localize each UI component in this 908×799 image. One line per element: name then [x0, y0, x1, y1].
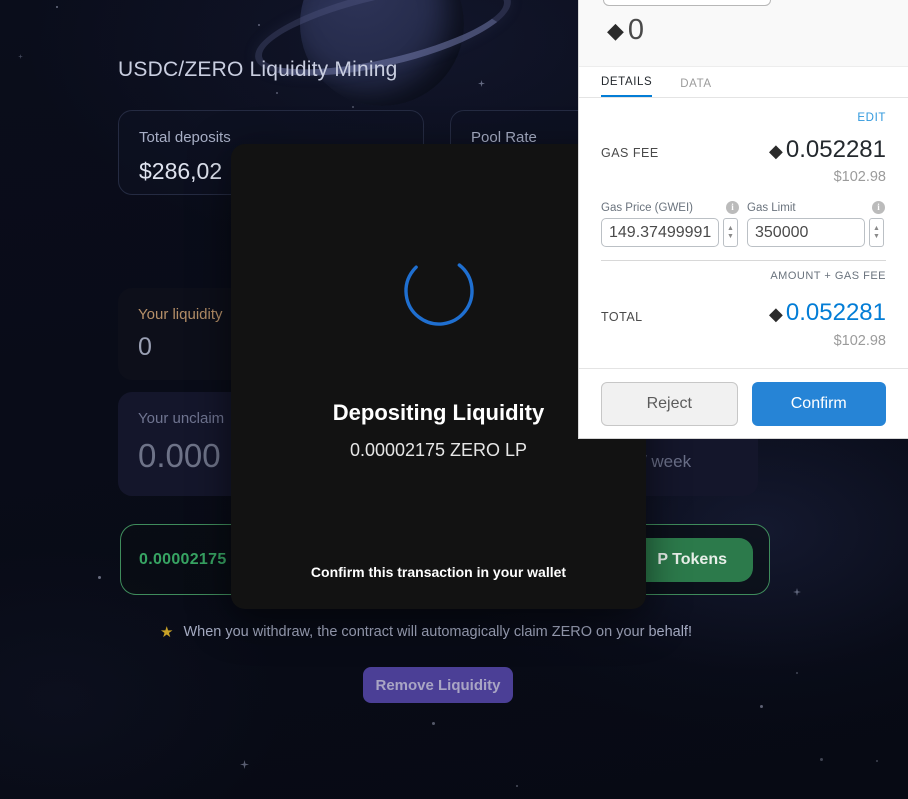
gas-fee-label: GAS FEE [601, 146, 659, 160]
gas-limit-label-text: Gas Limit [747, 202, 796, 214]
wallet-amount-input[interactable] [603, 0, 771, 6]
wallet-amount-display: ◆ 0 [607, 14, 644, 47]
gas-fee-fiat-value: $102.98 [833, 169, 886, 185]
gas-price-input[interactable] [601, 218, 719, 247]
confirm-button[interactable]: Confirm [751, 381, 886, 426]
modal-subtitle: 0.00002175 ZERO LP [349, 440, 528, 460]
reject-button[interactable]: Reject [601, 381, 738, 426]
amount-plus-gas-fee-caption: AMOUNT + GAS FEE [770, 270, 886, 282]
info-icon[interactable]: i [726, 201, 739, 214]
stepper-arrows-icon[interactable]: ▲ ▼ [723, 218, 738, 247]
info-icon[interactable]: i [872, 201, 885, 214]
stepper-arrows-icon[interactable]: ▲ ▼ [869, 218, 884, 247]
total-eth-value: ◆ 0.052281 [769, 299, 886, 327]
tab-details[interactable]: DETAILS [601, 76, 653, 97]
edit-gas-link[interactable]: EDIT [857, 112, 886, 124]
total-eth-number: 0.052281 [785, 299, 886, 326]
ethereum-diamond-icon: ◆ [769, 304, 783, 324]
gas-limit-stepper[interactable]: ▲▼ [747, 218, 884, 247]
gas-price-label-text: Gas Price (GWEI) [601, 202, 694, 214]
wallet-tabs: DETAILS DATA [579, 67, 908, 98]
deposit-lp-tokens-button[interactable]: P Tokens [631, 537, 753, 582]
gas-fee-eth-number: 0.052281 [785, 136, 886, 163]
total-fiat-value: $102.98 [833, 333, 886, 349]
ethereum-diamond-icon: ◆ [607, 17, 624, 43]
gas-fee-eth-value: ◆ 0.052281 [769, 136, 886, 164]
wallet-details-body: EDIT GAS FEE ◆ 0.052281 $102.98 Gas Pric… [579, 98, 908, 368]
wallet-header: ◆ 0 [579, 0, 908, 67]
deposit-amount-value[interactable]: 0.00002175 [139, 551, 227, 569]
wallet-amount-value: 0 [627, 14, 645, 46]
gas-limit-input[interactable] [747, 218, 865, 247]
star-icon: ★ [160, 624, 174, 641]
gas-price-label: Gas Price (GWEI) [601, 202, 693, 214]
page-title: USDC/ZERO Liquidity Mining [118, 58, 398, 81]
withdraw-note: ★ When you withdraw, the contract will a… [160, 623, 692, 641]
modal-footer-text: Confirm this transaction in your wallet [310, 564, 567, 580]
metamask-confirm-panel: ◆ 0 DETAILS DATA EDIT GAS FEE ◆ 0.052281… [578, 0, 908, 439]
tab-data[interactable]: DATA [680, 78, 711, 97]
remove-liquidity-button[interactable]: Remove Liquidity [363, 667, 513, 703]
withdraw-note-text: When you withdraw, the contract will aut… [183, 624, 692, 640]
wallet-divider [601, 260, 886, 261]
ethereum-diamond-icon: ◆ [769, 141, 783, 161]
wallet-footer: Reject Confirm [579, 368, 908, 438]
total-label: TOTAL [601, 310, 643, 324]
gas-price-stepper[interactable]: ▲▼ [601, 218, 738, 247]
gas-limit-label: Gas Limit [747, 202, 796, 214]
loading-spinner-icon [402, 254, 476, 328]
